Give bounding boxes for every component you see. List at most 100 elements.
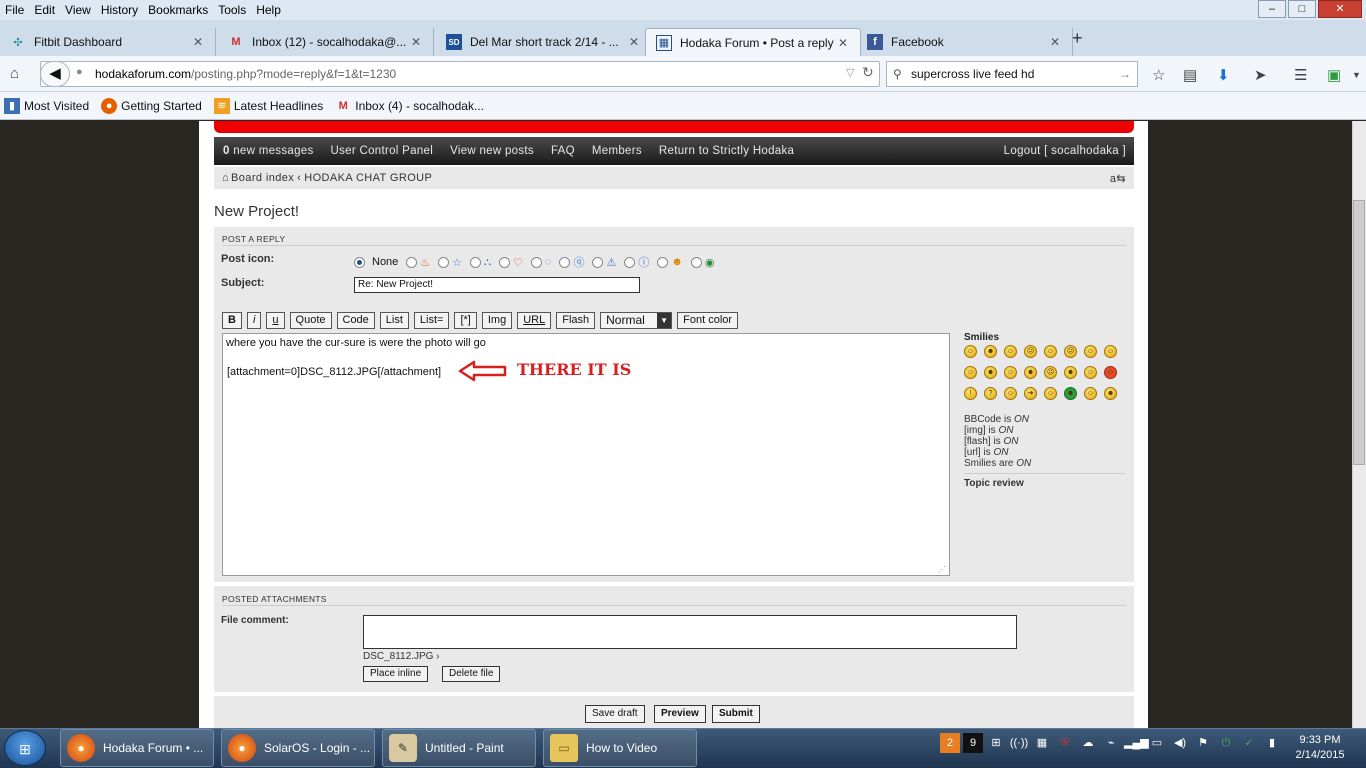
smiley-icon[interactable]: ☺: [1044, 345, 1057, 358]
post-icon-radio-none[interactable]: [354, 256, 365, 268]
menu-icon[interactable]: ☰: [1294, 66, 1307, 84]
dropdown-arrow-icon[interactable]: ▽: [846, 66, 854, 79]
smiley-icon[interactable]: ➔: [1024, 387, 1037, 400]
maximize-button[interactable]: □: [1288, 0, 1316, 18]
code-button[interactable]: Code: [336, 312, 375, 329]
faq-link[interactable]: FAQ: [551, 145, 575, 157]
shield-icon[interactable]: ⛨: [1055, 733, 1075, 753]
minimize-button[interactable]: –: [1258, 0, 1286, 18]
smiley-icon[interactable]: ☺: [1084, 345, 1097, 358]
wireless-icon[interactable]: ((·)): [1009, 733, 1029, 753]
smiley-icon[interactable]: ☻: [984, 366, 997, 379]
cloud-icon[interactable]: ☁: [1078, 733, 1098, 753]
subject-input[interactable]: Re: New Project!: [354, 277, 640, 293]
flag-icon[interactable]: ⚑: [1193, 733, 1213, 753]
font-color-button[interactable]: Font color: [677, 312, 739, 329]
post-icon-radio[interactable]: [438, 256, 450, 268]
share-icon[interactable]: ➤: [1254, 66, 1267, 84]
post-icon-radio[interactable]: [470, 256, 482, 268]
network-icon[interactable]: ▦: [1032, 733, 1052, 753]
menu-edit[interactable]: Edit: [34, 3, 55, 17]
downloads-icon[interactable]: ⬇: [1217, 66, 1230, 84]
attachment-filename[interactable]: DSC_8112.JPG ›: [363, 651, 440, 662]
members-link[interactable]: Members: [592, 145, 642, 157]
font-resize-icon[interactable]: a⇆: [1110, 172, 1126, 185]
signal-icon[interactable]: ▂▄▆: [1124, 733, 1149, 753]
bookmark-most-visited[interactable]: ▮ Most Visited: [4, 97, 89, 114]
list-button[interactable]: List: [379, 312, 409, 329]
list-item-button[interactable]: [*]: [454, 312, 477, 329]
chevron-down-icon[interactable]: ▼: [1352, 70, 1361, 80]
resize-handle-icon[interactable]: ⋰: [938, 565, 946, 574]
file-comment-input[interactable]: [363, 615, 1017, 649]
search-input[interactable]: ⚲ supercross live feed hd →: [886, 61, 1138, 87]
italic-button[interactable]: i: [246, 312, 262, 329]
smiley-icon[interactable]: ☺: [1004, 345, 1017, 358]
post-icon-radio[interactable]: [690, 256, 702, 268]
post-icon-radio[interactable]: [559, 256, 571, 268]
close-tab-icon[interactable]: ✕: [627, 35, 641, 49]
close-tab-icon[interactable]: ✕: [409, 35, 423, 49]
taskbar-item-folder[interactable]: ▭ How to Video: [543, 729, 697, 767]
url-bar[interactable]: hodakaforum.com/posting.php?mode=reply&f…: [40, 61, 880, 87]
tray-app-icon[interactable]: 9: [963, 733, 983, 753]
place-inline-button[interactable]: Place inline: [363, 666, 429, 682]
windows-flag-icon[interactable]: ⊞: [986, 733, 1006, 753]
addon-icon[interactable]: ▣: [1327, 66, 1341, 84]
scrollbar-thumb[interactable]: [1353, 200, 1365, 465]
smiley-icon[interactable]: ☹: [1064, 345, 1077, 358]
system-clock[interactable]: 9:33 PM 2/14/2015: [1284, 733, 1356, 763]
flash-button[interactable]: Flash: [556, 312, 596, 329]
bookmark-latest-headlines[interactable]: ≋ Latest Headlines: [213, 97, 323, 114]
return-link[interactable]: Return to Strictly Hodaka: [659, 145, 794, 157]
usb-icon[interactable]: ⌁: [1101, 733, 1121, 753]
menu-file[interactable]: File: [5, 3, 24, 17]
smiley-icon[interactable]: ☻: [984, 345, 997, 358]
smiley-icon[interactable]: ☺: [964, 345, 977, 358]
back-button[interactable]: ◀: [40, 61, 70, 87]
post-icon-radio[interactable]: [657, 256, 669, 268]
post-icon-radio[interactable]: [499, 256, 511, 268]
new-posts-link[interactable]: View new posts: [450, 145, 534, 157]
smiley-icon[interactable]: ☺: [1084, 366, 1097, 379]
taskbar-item-paint[interactable]: ✎ Untitled - Paint: [382, 729, 536, 767]
smiley-icon[interactable]: ☹: [1024, 345, 1037, 358]
search-go-icon[interactable]: →: [1119, 62, 1131, 86]
reading-list-icon[interactable]: ▤: [1183, 66, 1197, 84]
menu-view[interactable]: View: [65, 3, 91, 17]
bookmark-getting-started[interactable]: ● Getting Started: [101, 97, 202, 114]
close-tab-icon[interactable]: ✕: [836, 36, 850, 50]
smiley-icon[interactable]: ☺: [1104, 366, 1117, 379]
new-tab-icon[interactable]: +: [1072, 28, 1083, 49]
smiley-icon[interactable]: ☻: [1104, 387, 1117, 400]
bookmark-star-icon[interactable]: ☆: [1152, 66, 1165, 84]
close-tab-icon[interactable]: ✕: [1048, 35, 1062, 49]
bookmark-inbox[interactable]: M Inbox (4) - socalhodak...: [335, 98, 484, 114]
post-icon-radio[interactable]: [530, 256, 542, 268]
close-tab-icon[interactable]: ✕: [191, 35, 205, 49]
power-icon[interactable]: ⏻: [1216, 733, 1236, 753]
ucp-link[interactable]: User Control Panel: [331, 145, 434, 157]
taskbar-item-hodaka[interactable]: ● Hodaka Forum • ...: [60, 729, 214, 767]
url-button[interactable]: URL: [517, 312, 552, 329]
tray-app-icon[interactable]: 2: [940, 733, 960, 753]
post-icon-radio[interactable]: [592, 256, 604, 268]
check-icon[interactable]: ✓: [1239, 733, 1259, 753]
new-messages-link[interactable]: 0 new messages: [223, 145, 314, 157]
ordered-list-button[interactable]: List=: [413, 312, 450, 329]
smiley-icon[interactable]: ☺: [1084, 387, 1097, 400]
smiley-icon[interactable]: ☻: [1064, 387, 1077, 400]
menu-help[interactable]: Help: [256, 3, 281, 17]
font-size-select[interactable]: Normal ▼: [600, 312, 673, 329]
smiley-icon[interactable]: ?: [984, 387, 997, 400]
page-title[interactable]: New Project!: [214, 203, 299, 220]
img-button[interactable]: Img: [481, 312, 513, 329]
smiley-icon[interactable]: ☺: [1004, 366, 1017, 379]
tab-fitbit[interactable]: ✣ Fitbit Dashboard ✕: [0, 28, 216, 56]
battery-icon[interactable]: ▮: [1262, 733, 1282, 753]
smiley-icon[interactable]: ☹: [1044, 366, 1057, 379]
menu-bookmarks[interactable]: Bookmarks: [148, 3, 208, 17]
smiley-icon[interactable]: ☺: [1044, 387, 1057, 400]
smiley-icon[interactable]: ☺: [1004, 387, 1017, 400]
taskbar-item-solaros[interactable]: ● SolarOS - Login - ...: [221, 729, 375, 767]
